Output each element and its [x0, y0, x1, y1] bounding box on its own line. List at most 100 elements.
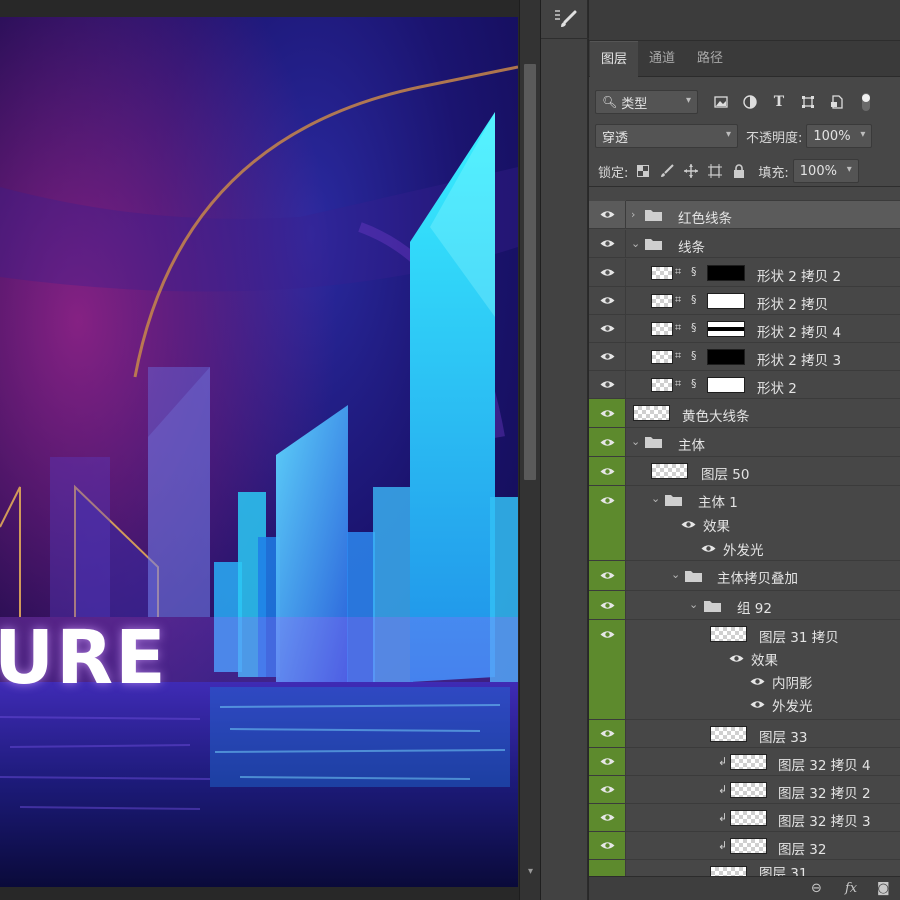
layer-row[interactable]: ⌄ 主体 1 效果 外发光 — [589, 486, 900, 561]
visibility-toggle[interactable] — [589, 591, 626, 619]
chevron-down-icon[interactable]: ⌄ — [631, 435, 640, 448]
effects-label: 效果 — [703, 519, 730, 535]
panel-top-bar — [589, 0, 900, 41]
visibility-toggle[interactable] — [589, 860, 626, 876]
layer-mask-thumbnail — [707, 377, 745, 393]
visibility-toggle[interactable] — [589, 457, 626, 485]
document-canvas[interactable]: URE ▾ — [0, 0, 540, 900]
adjustment-filter-icon[interactable] — [739, 91, 761, 113]
layer-row[interactable]: 图层 31 — [589, 860, 900, 876]
effect-visibility-eye-icon[interactable] — [750, 677, 765, 686]
effect-visibility-eye-icon[interactable] — [750, 700, 765, 709]
clipping-mask-arrow-icon: ↲ — [718, 811, 728, 824]
chevron-down-icon[interactable]: ⌄ — [671, 568, 680, 581]
layer-row[interactable]: ⌄ 主体 — [589, 428, 900, 457]
link-icon[interactable]: § — [691, 293, 697, 306]
visibility-toggle[interactable] — [589, 832, 626, 859]
chevron-down-icon[interactable]: ⌄ — [651, 492, 660, 505]
clipping-mask-arrow-icon: ↲ — [718, 755, 728, 768]
tab-paths[interactable]: 路径 — [686, 41, 734, 77]
layer-row[interactable]: ↲ 图层 32 拷贝 4 — [589, 748, 900, 776]
layer-mask-thumbnail — [707, 349, 745, 365]
blend-mode-dropdown[interactable]: 穿透 ▾ — [595, 124, 738, 148]
visibility-toggle[interactable] — [589, 428, 626, 456]
filter-kind-dropdown[interactable]: 🔍︎ 类型 ▾ — [595, 90, 698, 114]
effect-visibility-eye-icon[interactable] — [729, 654, 744, 663]
visibility-toggle[interactable] — [589, 201, 626, 228]
link-layers-icon[interactable]: ⊖ — [811, 881, 822, 896]
add-mask-icon[interactable]: ◙ — [877, 881, 890, 896]
layer-name: 图层 32 拷贝 4 — [778, 758, 871, 774]
chevron-down-icon: ▾ — [860, 129, 866, 140]
scroll-down-arrow-icon[interactable]: ▾ — [525, 866, 536, 877]
layer-row[interactable]: ⌄ 线条 — [589, 230, 900, 258]
layer-thumbnail — [651, 266, 673, 280]
layers-list[interactable]: › 红色线条 ⌄ 线条 ⌗ § 形状 2 拷贝 2 ⌗ § 形状 2 拷贝 ⌗ … — [589, 186, 900, 876]
image-filter-icon[interactable] — [710, 91, 732, 113]
layer-row[interactable]: ↲ 图层 32 拷贝 3 — [589, 804, 900, 832]
visibility-toggle[interactable] — [589, 259, 626, 286]
layer-row[interactable]: ↲ 图层 32 — [589, 832, 900, 860]
visibility-toggle[interactable] — [589, 343, 626, 370]
layer-row[interactable]: ⌄ 组 92 — [589, 591, 900, 620]
layer-row[interactable]: ↲ 图层 32 拷贝 2 — [589, 776, 900, 804]
scrollbar-thumb[interactable] — [524, 64, 536, 480]
layer-row[interactable]: ⌗ § 形状 2 拷贝 — [589, 287, 900, 315]
layer-row[interactable]: ⌗ § 形状 2 拷贝 2 — [589, 259, 900, 287]
visibility-toggle[interactable] — [589, 804, 626, 831]
brush-settings-button[interactable] — [551, 6, 579, 32]
canvas-vertical-scrollbar[interactable]: ▾ — [519, 0, 540, 900]
lock-artboard-icon[interactable] — [704, 160, 726, 182]
layer-row[interactable]: ⌗ § 形状 2 拷贝 3 — [589, 343, 900, 371]
fill-field[interactable]: 100% ▾ — [792, 159, 859, 183]
lock-image-pixels-icon[interactable] — [656, 160, 678, 182]
layer-thumbnail — [651, 378, 673, 392]
lock-position-icon[interactable] — [680, 160, 702, 182]
shape-filter-icon[interactable] — [797, 91, 819, 113]
chevron-down-icon[interactable]: ⌄ — [689, 598, 698, 611]
visibility-toggle[interactable] — [589, 371, 626, 398]
layer-row[interactable]: 图层 50 — [589, 457, 900, 486]
layer-row[interactable]: ⌗ § 形状 2 — [589, 371, 900, 399]
tab-layers[interactable]: 图层 — [590, 41, 639, 77]
filter-toggle-icon[interactable] — [855, 91, 877, 113]
smart-object-filter-icon[interactable] — [826, 91, 848, 113]
link-icon[interactable]: § — [691, 377, 697, 390]
visibility-toggle[interactable] — [589, 748, 626, 775]
effect-visibility-eye-icon[interactable] — [701, 544, 716, 553]
visibility-toggle[interactable] — [589, 315, 626, 342]
visibility-toggle[interactable] — [589, 776, 626, 803]
link-icon[interactable]: § — [691, 349, 697, 362]
opacity-field[interactable]: 100% ▾ — [806, 124, 873, 148]
visibility-toggle[interactable] — [589, 720, 626, 747]
eye-icon — [600, 758, 614, 765]
layer-row[interactable]: 图层 33 — [589, 720, 900, 748]
layer-row[interactable]: ⌄ 主体拷贝叠加 — [589, 561, 900, 591]
layer-name: 形状 2 拷贝 2 — [757, 269, 842, 285]
visibility-toggle[interactable] — [589, 620, 626, 719]
layer-row[interactable]: 黄色大线条 — [589, 399, 900, 428]
visibility-toggle[interactable] — [589, 230, 626, 257]
tab-channels[interactable]: 通道 — [638, 41, 686, 77]
visibility-toggle[interactable] — [589, 486, 626, 560]
visibility-toggle[interactable] — [589, 561, 626, 590]
link-icon[interactable]: § — [691, 321, 697, 334]
layer-style-fx-icon[interactable]: fx — [845, 881, 857, 896]
visibility-toggle[interactable] — [589, 399, 626, 427]
eye-icon — [600, 381, 614, 388]
effect-visibility-eye-icon[interactable] — [681, 520, 696, 529]
chevron-down-icon[interactable]: ⌄ — [631, 237, 640, 250]
link-icon[interactable]: § — [691, 265, 697, 278]
lock-transparent-pixels-icon[interactable] — [632, 160, 654, 182]
type-filter-icon[interactable]: T — [768, 91, 790, 113]
layer-row[interactable]: ⌗ § 形状 2 拷贝 4 — [589, 315, 900, 343]
layer-row[interactable]: 图层 31 拷贝 效果 内阴影 外发光 — [589, 620, 900, 720]
layer-name: 图层 31 拷贝 — [759, 630, 839, 646]
lock-all-icon[interactable] — [728, 160, 750, 182]
chevron-right-icon[interactable]: › — [631, 208, 635, 221]
folder-icon — [685, 571, 702, 582]
eye-icon — [600, 814, 614, 821]
layer-row[interactable]: › 红色线条 — [589, 201, 900, 229]
layers-panel-footer: ⊖ fx ◙ — [589, 876, 900, 900]
visibility-toggle[interactable] — [589, 287, 626, 314]
